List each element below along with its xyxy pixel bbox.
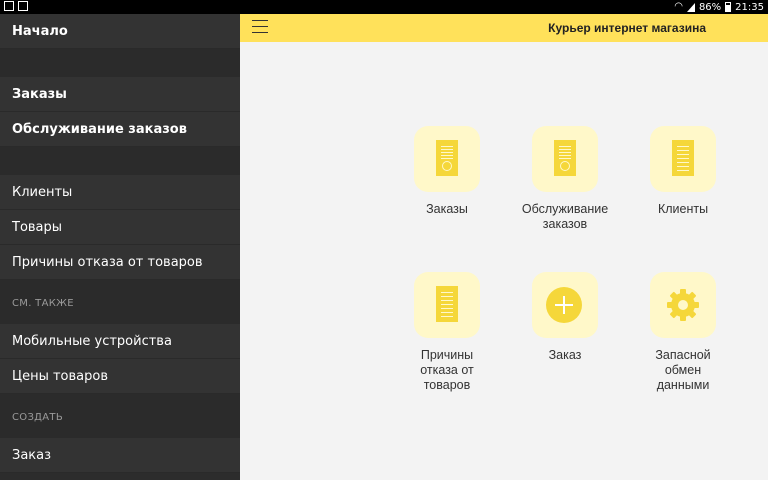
tile-order-service[interactable]: Обслуживание заказов	[510, 126, 620, 232]
nav-item-goods[interactable]: Товары	[0, 210, 240, 245]
app-title: Курьер интернет магазина	[548, 21, 706, 35]
navigation-drawer: Начало Заказы Обслуживание заказов Клиен…	[0, 14, 240, 480]
gear-icon	[650, 272, 716, 338]
document-list-icon	[414, 272, 480, 338]
tile-label: Причины отказа от товаров	[420, 348, 474, 392]
nav-item-clients[interactable]: Клиенты	[0, 175, 240, 210]
signal-icon	[686, 2, 695, 12]
tile-new-order[interactable]: Заказ	[510, 272, 620, 363]
document-list-icon	[650, 126, 716, 192]
tile-reject-reasons[interactable]: Причины отказа от товаров	[392, 272, 502, 393]
battery-percent: 86%	[698, 1, 722, 13]
gallery-notification-icon	[4, 1, 14, 11]
nav-item-home[interactable]: Начало	[0, 14, 240, 49]
nav-divider	[0, 49, 240, 77]
plus-circle-icon	[532, 272, 598, 338]
nav-item-new-order[interactable]: Заказ	[0, 438, 240, 473]
document-check-icon	[414, 126, 480, 192]
tile-label: Заказ	[548, 348, 582, 362]
tile-label: Заказы	[426, 202, 468, 216]
battery-icon	[725, 2, 732, 12]
tile-orders[interactable]: Заказы	[392, 126, 502, 217]
status-bar: ◠ 86% 21:35	[0, 0, 768, 14]
nav-divider	[0, 147, 240, 175]
nav-item-reject-reasons[interactable]: Причины отказа от товаров	[0, 245, 240, 280]
hamburger-menu-icon[interactable]	[252, 20, 268, 34]
app-bar: Курьер интернет магазина	[240, 14, 768, 42]
tile-label: Запасной обмен данными	[655, 348, 711, 392]
section-header-see-also: СМ. ТАКЖЕ	[0, 280, 240, 324]
nav-item-orders[interactable]: Заказы	[0, 77, 240, 112]
document-check-icon	[532, 126, 598, 192]
nav-item-prices[interactable]: Цены товаров	[0, 359, 240, 394]
wifi-icon: ◠	[674, 1, 683, 12]
nav-item-mobile-devices[interactable]: Мобильные устройства	[0, 324, 240, 359]
play-notification-icon	[18, 1, 28, 11]
tile-clients[interactable]: Клиенты	[628, 126, 738, 217]
clock: 21:35	[735, 1, 764, 13]
nav-item-order-service[interactable]: Обслуживание заказов	[0, 112, 240, 147]
tile-backup-exchange[interactable]: Запасной обмен данными	[628, 272, 738, 393]
section-header-create: СОЗДАТЬ	[0, 394, 240, 438]
tile-label: Клиенты	[657, 202, 709, 216]
tile-label: Обслуживание заказов	[521, 202, 609, 231]
